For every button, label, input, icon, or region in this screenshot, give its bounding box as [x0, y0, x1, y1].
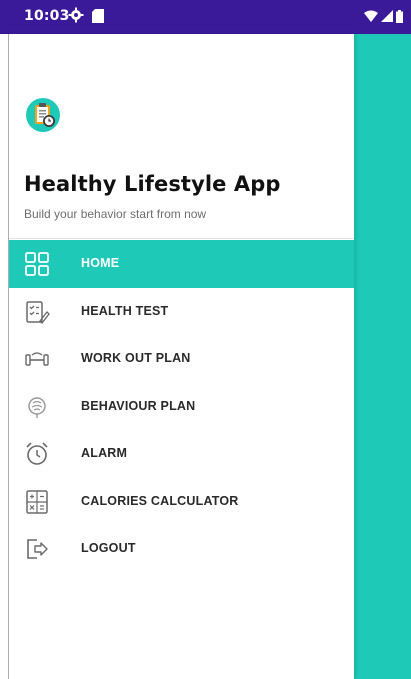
grid-icon [25, 252, 49, 276]
menu-item-label: HEALTH TEST [81, 304, 169, 318]
health-clipboard-icon [26, 98, 60, 132]
menu-item-label: LOGOUT [81, 541, 136, 555]
menu-item-label: ALARM [81, 446, 128, 460]
status-time: 10:03 [24, 8, 70, 24]
menu-item-home[interactable]: HOME [9, 240, 354, 288]
calculator-icon [26, 490, 48, 514]
status-bar: 10:03 [0, 0, 411, 34]
alarm-clock-icon [26, 442, 48, 465]
status-indicators [364, 9, 403, 23]
logout-icon [27, 539, 48, 559]
menu-item-calories-calculator[interactable]: CALORIES CALCULATOR [9, 478, 354, 526]
app-title: Healthy Lifestyle App [24, 172, 281, 196]
header-divider [9, 238, 354, 239]
sd-card-icon [92, 9, 104, 23]
menu-item-work-out-plan[interactable]: WORK OUT PLAN [9, 335, 354, 383]
battery-icon [396, 9, 403, 23]
menu-item-label: BEHAVIOUR PLAN [81, 399, 196, 413]
menu-item-label: WORK OUT PLAN [81, 351, 191, 365]
wifi-icon [364, 10, 378, 22]
signal-icon [381, 10, 393, 22]
menu-item-alarm[interactable]: ALARM [9, 430, 354, 478]
menu-item-behaviour-plan[interactable]: BEHAVIOUR PLAN [9, 383, 354, 431]
gear-icon [68, 7, 84, 23]
app-subtitle: Build your behavior start from now [24, 207, 207, 221]
menu-item-logout[interactable]: LOGOUT [9, 525, 354, 573]
checklist-icon [26, 301, 50, 324]
dumbbell-icon [25, 352, 49, 366]
brain-icon [28, 397, 46, 418]
menu-item-label: HOME [81, 256, 120, 270]
menu-item-health-test[interactable]: HEALTH TEST [9, 288, 354, 336]
menu-item-label: CALORIES CALCULATOR [81, 494, 239, 508]
